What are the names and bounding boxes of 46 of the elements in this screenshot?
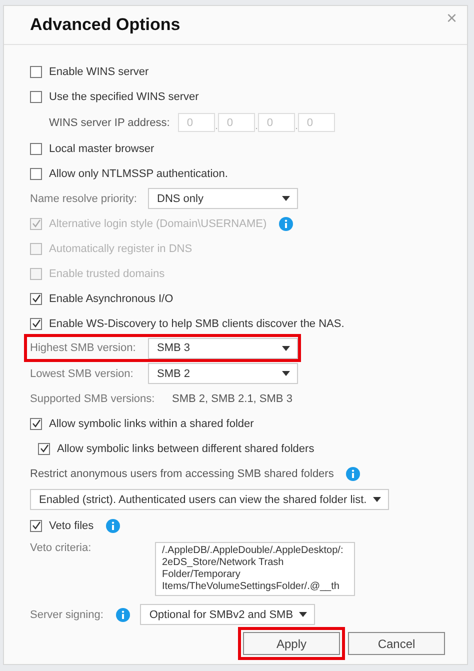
- checkbox[interactable]: [30, 292, 42, 304]
- checkbox-label: Use the specified WINS server: [49, 90, 199, 102]
- caret-icon: [282, 346, 290, 350]
- dropdown[interactable]: DNS only: [148, 188, 298, 209]
- info-icon[interactable]: [116, 608, 130, 622]
- checkbox[interactable]: [30, 168, 42, 180]
- caret-icon: [282, 371, 290, 376]
- checkbox[interactable]: [30, 318, 42, 330]
- dialog-button[interactable]: Apply: [243, 632, 340, 655]
- field-label: Highest SMB version:: [30, 342, 137, 354]
- dialog-button[interactable]: Cancel: [348, 632, 445, 655]
- checkbox-label: Automatically register in DNS: [49, 242, 192, 254]
- field-label: Server signing:: [30, 608, 104, 620]
- field-label: Name resolve priority:: [30, 192, 138, 204]
- checkbox-label: Alternative login style (Domain\USERNAME): [49, 218, 267, 230]
- checkbox[interactable]: [30, 418, 42, 430]
- info-icon[interactable]: [106, 518, 120, 532]
- checkbox-label: Veto files: [49, 520, 94, 532]
- field-label: Lowest SMB version:: [30, 368, 134, 380]
- dropdown[interactable]: Enabled (strict). Authenticated users can view the shared folder list.: [30, 489, 389, 510]
- dialog-title: Advanced Options: [30, 15, 180, 35]
- caret-icon: [299, 612, 308, 617]
- checkbox-label: Allow symbolic links within a shared folder: [49, 418, 254, 430]
- caret-icon: [282, 196, 290, 201]
- checkbox-label: Allow symbolic links between different shared folders: [57, 442, 314, 454]
- dropdown[interactable]: Optional for SMBv2 and SMB: [140, 604, 316, 625]
- checkbox[interactable]: [30, 142, 42, 154]
- checkbox-label: Local master browser: [49, 142, 154, 154]
- field-value: SMB 2, SMB 2.1, SMB 3: [172, 392, 292, 404]
- checkbox-label: Enable Asynchronous I/O: [49, 292, 174, 304]
- checkbox-label: Enable WS-Discovery to help SMB clients discover the NAS.: [49, 318, 344, 330]
- field-label: Supported SMB versions:: [30, 392, 156, 404]
- dropdown[interactable]: SMB 2: [148, 363, 298, 384]
- checkbox[interactable]: [38, 442, 50, 454]
- text-area[interactable]: /.AppleDB/.AppleDouble/.AppleDesktop/: 2eDS_Store/Network Trash Folder/Temporary Items/TheVolumeSettingsFolder/.@__th: [155, 542, 355, 596]
- checkbox-label: Enable WINS server: [49, 66, 149, 78]
- info-icon[interactable]: [346, 466, 360, 480]
- checkbox-label: Enable trusted domains: [49, 268, 165, 280]
- checkbox[interactable]: [30, 90, 42, 102]
- dropdown[interactable]: SMB 3: [148, 338, 298, 358]
- field-label: WINS server IP address:: [49, 116, 170, 128]
- checkbox[interactable]: [30, 66, 42, 78]
- section-label: Restrict anonymous users from accessing SMB shared folders: [30, 468, 334, 480]
- checkbox-label: Allow only NTLMSSP authentication.: [49, 168, 228, 180]
- caret-icon: [372, 497, 381, 502]
- checkbox[interactable]: [30, 520, 42, 532]
